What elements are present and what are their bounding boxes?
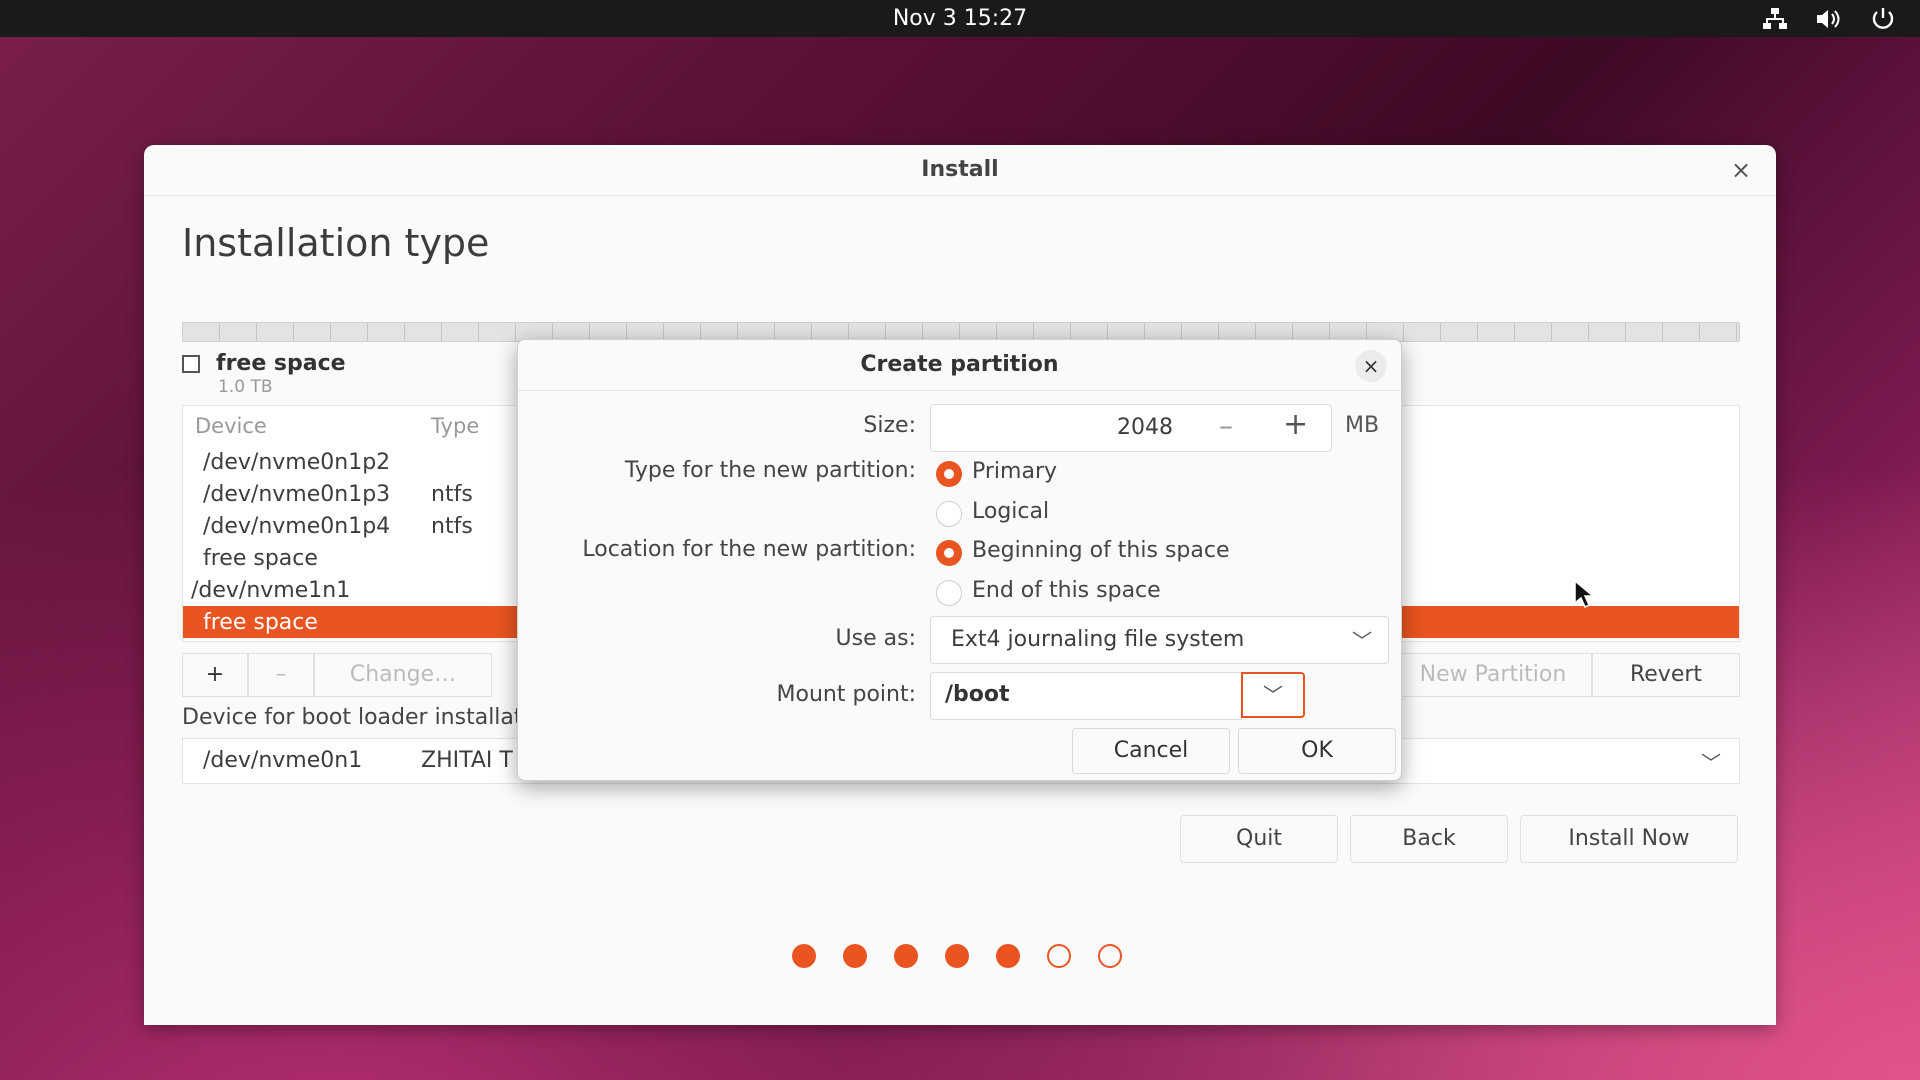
boot-loader-device: /dev/nvme0n1 <box>203 748 363 773</box>
radio-logical[interactable] <box>936 501 962 527</box>
decrement-button[interactable]: – <box>1219 409 1233 442</box>
mount-point-dropdown-button[interactable]: ﹀ <box>1241 672 1305 718</box>
network-icon[interactable] <box>1760 6 1790 32</box>
dialog-title: Create partition <box>518 340 1401 391</box>
revert-button[interactable]: Revert <box>1592 653 1740 697</box>
row-device: free space <box>203 610 318 635</box>
step-dot-pending <box>1047 944 1071 968</box>
radio-logical-label[interactable]: Logical <box>972 499 1049 524</box>
chevron-down-icon: ﹀ <box>1263 683 1283 707</box>
use-as-label: Use as: <box>835 626 916 651</box>
increment-button[interactable]: + <box>1283 407 1308 442</box>
row-device: free space <box>203 546 318 571</box>
page-title: Installation type <box>182 221 490 265</box>
free-space-legend-label: free space <box>216 351 346 376</box>
mount-point-label: Mount point: <box>776 682 916 707</box>
partition-location-label: Location for the new partition: <box>582 537 916 562</box>
add-partition-button[interactable]: + <box>182 653 248 697</box>
remove-partition-button[interactable]: – <box>248 653 314 697</box>
row-device: /dev/nvme0n1p2 <box>203 450 391 475</box>
clock[interactable]: Nov 3 15:27 <box>0 6 1920 31</box>
row-type: ntfs <box>431 482 473 507</box>
row-device: /dev/nvme0n1p4 <box>203 514 391 539</box>
cancel-button[interactable]: Cancel <box>1072 728 1230 774</box>
power-icon[interactable] <box>1868 6 1898 32</box>
step-dot-complete <box>843 944 867 968</box>
chevron-down-icon: ﹀ <box>1701 751 1721 775</box>
volume-icon[interactable] <box>1814 6 1844 32</box>
new-partition-table-button[interactable]: New Partition Table… <box>1394 653 1592 697</box>
close-icon[interactable]: × <box>1728 157 1754 183</box>
radio-primary[interactable] <box>936 461 962 487</box>
size-label: Size: <box>863 413 916 438</box>
step-dot-complete <box>894 944 918 968</box>
size-unit: MB <box>1345 413 1380 438</box>
mouse-pointer-icon <box>1574 579 1596 612</box>
system-tray[interactable] <box>1760 6 1898 32</box>
change-partition-button[interactable]: Change… <box>314 653 492 697</box>
partition-type-label: Type for the new partition: <box>624 458 916 483</box>
quit-button[interactable]: Quit <box>1180 815 1338 863</box>
free-space-legend-size: 1.0 TB <box>218 377 273 397</box>
boot-loader-model: ZHITAI T <box>421 748 513 773</box>
column-header-device[interactable]: Device <box>195 414 267 438</box>
use-as-value: Ext4 journaling file system <box>951 627 1245 652</box>
size-value[interactable]: 2048 <box>1117 415 1173 440</box>
back-button[interactable]: Back <box>1350 815 1508 863</box>
step-dot-complete <box>792 944 816 968</box>
ok-button[interactable]: OK <box>1238 728 1396 774</box>
radio-beginning[interactable] <box>936 540 962 566</box>
partition-toolbar: + – Change… <box>182 653 492 697</box>
boot-loader-label: Device for boot loader installation: <box>182 705 564 730</box>
row-device: /dev/nvme1n1 <box>191 578 351 603</box>
close-icon[interactable]: × <box>1355 350 1387 382</box>
row-type: ntfs <box>431 514 473 539</box>
mount-point-value: /boot <box>945 682 1010 707</box>
step-progress-dots <box>792 944 1122 968</box>
radio-end[interactable] <box>936 580 962 606</box>
window-title: Install <box>144 145 1776 196</box>
radio-end-label[interactable]: End of this space <box>972 578 1161 603</box>
step-dot-complete <box>996 944 1020 968</box>
use-as-select[interactable]: Ext4 journaling file system ﹀ <box>930 616 1389 664</box>
step-dot-pending <box>1098 944 1122 968</box>
radio-beginning-label[interactable]: Beginning of this space <box>972 538 1229 563</box>
install-now-button[interactable]: Install Now <box>1520 815 1738 863</box>
chevron-down-icon: ﹀ <box>1352 629 1372 653</box>
step-dot-complete <box>945 944 969 968</box>
create-partition-dialog: Create partition × Size: 2048 – + MB Typ… <box>517 339 1402 781</box>
radio-primary-label[interactable]: Primary <box>972 459 1057 484</box>
size-stepper[interactable]: 2048 – + <box>930 404 1332 452</box>
row-device: /dev/nvme0n1p3 <box>203 482 391 507</box>
mount-point-input[interactable]: /boot <box>930 672 1242 720</box>
top-bar: Nov 3 15:27 <box>0 0 1920 37</box>
free-space-legend-swatch <box>182 355 200 373</box>
column-header-type[interactable]: Type <box>431 414 479 438</box>
